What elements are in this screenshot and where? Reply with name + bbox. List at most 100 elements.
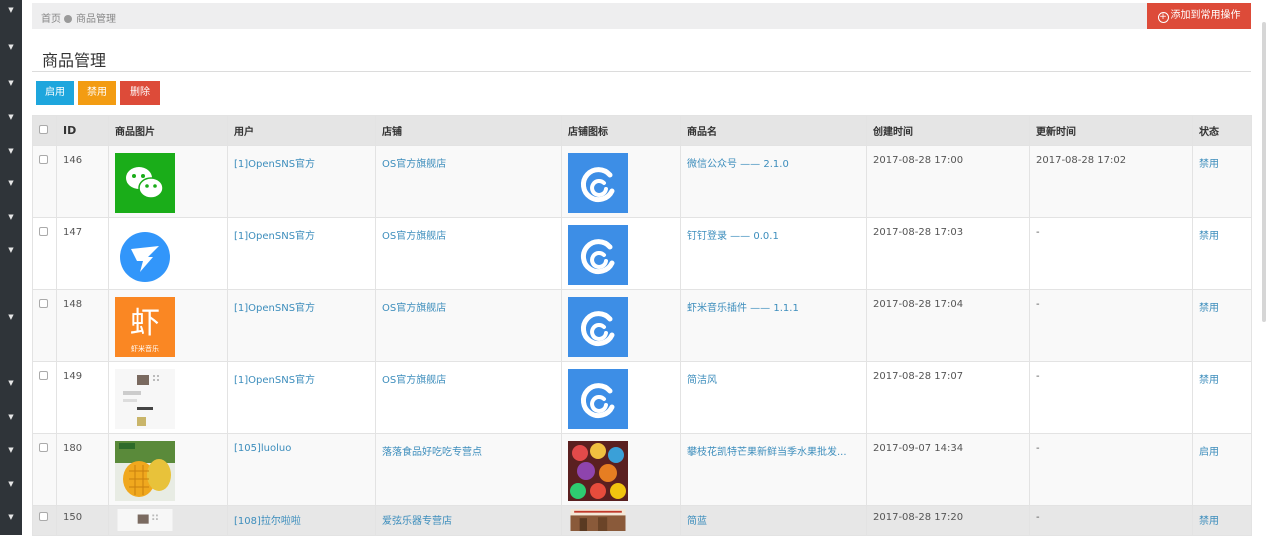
theme-screenshot-icon[interactable] [115,369,175,429]
opensns-logo-icon[interactable] [568,297,628,357]
cell-shop: 爱弦乐器专营店 [375,505,562,536]
add-to-favorites-label: 添加到常用操作 [1170,10,1241,21]
xiami-logo-icon[interactable]: 虾 虾米音乐 [115,297,175,357]
cell-shop-icon [561,505,681,536]
cell-created: 2017-08-28 17:03 [866,217,1030,290]
sidebar-chevron-icon[interactable]: ▼ [0,3,22,17]
row-checkbox-cell [32,217,57,290]
cell-status: 启用 [1192,433,1252,506]
disable-button[interactable]: 禁用 [78,81,116,105]
user-link[interactable]: [1]OpenSNS官方 [234,303,315,314]
user-link[interactable]: [108]拉尔啦啦 [234,516,301,527]
product-link[interactable]: 攀枝花凯特芒果新鲜当季水果批发... [687,447,847,458]
shop-link[interactable]: OS官方旗舰店 [382,303,446,314]
mango-photo-icon[interactable] [115,441,175,501]
user-link[interactable]: [1]OpenSNS官方 [234,231,315,242]
cell-shop: OS官方旗舰店 [375,217,562,290]
enable-button[interactable]: 启用 [36,81,74,105]
shop-link[interactable]: OS官方旗舰店 [382,231,446,242]
sidebar-chevron-icon[interactable]: ▼ [0,376,22,390]
product-link[interactable]: 简洁风 [687,375,717,386]
cell-shop: OS官方旗舰店 [375,289,562,362]
opensns-logo-icon[interactable] [568,225,628,285]
sidebar-chevron-icon[interactable]: ▼ [0,40,22,54]
shop-link[interactable]: 落落食品好吃吃专营点 [382,447,482,458]
title-divider [32,71,1251,72]
sidebar-chevron-icon[interactable]: ▼ [0,410,22,424]
product-link[interactable]: 钉钉登录 —— 0.0.1 [687,231,779,242]
column-header-shop-icon[interactable]: 店铺图标 [561,115,681,146]
wechat-logo-icon[interactable] [115,153,175,213]
sidebar-chevron-icon[interactable]: ▼ [0,243,22,257]
sidebar: ▼ ▼ ▼ ▼ ▼ ▼ ▼ ▼ ▼ ▼ ▼ ▼ ▼ ▼ [0,0,22,535]
sidebar-chevron-icon[interactable]: ▼ [0,144,22,158]
row-checkbox[interactable] [39,443,48,452]
breadcrumb-home[interactable]: 首页 [41,14,61,25]
column-header-name[interactable]: 商品名 [680,115,867,146]
row-checkbox[interactable] [39,299,48,308]
column-header-updated[interactable]: 更新时间 [1029,115,1193,146]
row-checkbox-cell [32,145,57,218]
sidebar-chevron-icon[interactable]: ▼ [0,477,22,491]
product-link[interactable]: 简蓝 [687,516,707,527]
status-toggle-link[interactable]: 禁用 [1199,375,1219,386]
sidebar-chevron-icon[interactable]: ▼ [0,310,22,324]
cell-shop: 落落食品好吃吃专营点 [375,433,562,506]
column-header-shop[interactable]: 店铺 [375,115,562,146]
breadcrumb-bar: 首页 商品管理 [32,3,1251,29]
row-checkbox[interactable] [39,512,48,521]
candy-photo-icon[interactable] [568,441,628,501]
sidebar-chevron-icon[interactable]: ▼ [0,176,22,190]
column-header-user[interactable]: 用户 [227,115,376,146]
cell-created: 2017-08-28 17:07 [866,361,1030,434]
row-checkbox-cell [32,433,57,506]
cell-updated: - [1029,289,1193,362]
cell-name: 简洁风 [680,361,867,434]
shop-link[interactable]: OS官方旗舰店 [382,375,446,386]
opensns-logo-icon[interactable] [568,153,628,213]
row-checkbox[interactable] [39,155,48,164]
column-header-id[interactable]: ID [56,115,109,146]
cell-shop-icon [561,289,681,362]
product-link[interactable]: 微信公众号 —— 2.1.0 [687,159,789,170]
sidebar-chevron-icon[interactable]: ▼ [0,76,22,90]
select-all-checkbox[interactable] [39,124,48,134]
user-link[interactable]: [1]OpenSNS官方 [234,159,315,170]
xiami-logo-caption: 虾米音乐 [131,344,159,353]
scrollbar[interactable] [1262,22,1266,322]
column-header-created[interactable]: 创建时间 [866,115,1030,146]
shop-link[interactable]: 爱弦乐器专营店 [382,516,452,527]
sidebar-chevron-icon[interactable]: ▼ [0,443,22,457]
dingtalk-logo-icon[interactable] [115,225,175,285]
table-row: 149 [1]OpenSNS官方 OS官方旗舰店 简洁风 2017-08-28 … [32,361,1252,434]
shop-link[interactable]: OS官方旗舰店 [382,159,446,170]
cell-status: 禁用 [1192,217,1252,290]
product-link[interactable]: 虾米音乐插件 —— 1.1.1 [687,303,799,314]
user-link[interactable]: [1]OpenSNS官方 [234,375,315,386]
sidebar-chevron-icon[interactable]: ▼ [0,210,22,224]
cell-image [108,505,228,536]
add-to-favorites-button[interactable]: + 添加到常用操作 [1147,3,1251,29]
delete-button[interactable]: 删除 [120,81,160,105]
status-toggle-link[interactable]: 禁用 [1199,159,1219,170]
column-header-status[interactable]: 状态 [1192,115,1252,146]
status-toggle-link[interactable]: 启用 [1199,447,1219,458]
sidebar-chevron-icon[interactable]: ▼ [0,510,22,524]
row-checkbox[interactable] [39,227,48,236]
cell-created: 2017-09-07 14:34 [866,433,1030,506]
row-checkbox[interactable] [39,371,48,380]
user-link[interactable]: [105]luoluo [234,443,291,454]
theme-screenshot-icon[interactable] [115,509,175,531]
status-toggle-link[interactable]: 禁用 [1199,231,1219,242]
cell-status: 禁用 [1192,289,1252,362]
column-header-image[interactable]: 商品图片 [108,115,228,146]
instrument-photo-icon[interactable] [568,509,628,531]
cell-user: [1]OpenSNS官方 [227,361,376,434]
cell-updated: 2017-08-28 17:02 [1029,145,1193,218]
status-toggle-link[interactable]: 禁用 [1199,303,1219,314]
plus-circle-icon: + [1157,12,1169,23]
cell-shop-icon [561,433,681,506]
opensns-logo-icon[interactable] [568,369,628,429]
sidebar-chevron-icon[interactable]: ▼ [0,110,22,124]
status-toggle-link[interactable]: 禁用 [1199,516,1219,527]
